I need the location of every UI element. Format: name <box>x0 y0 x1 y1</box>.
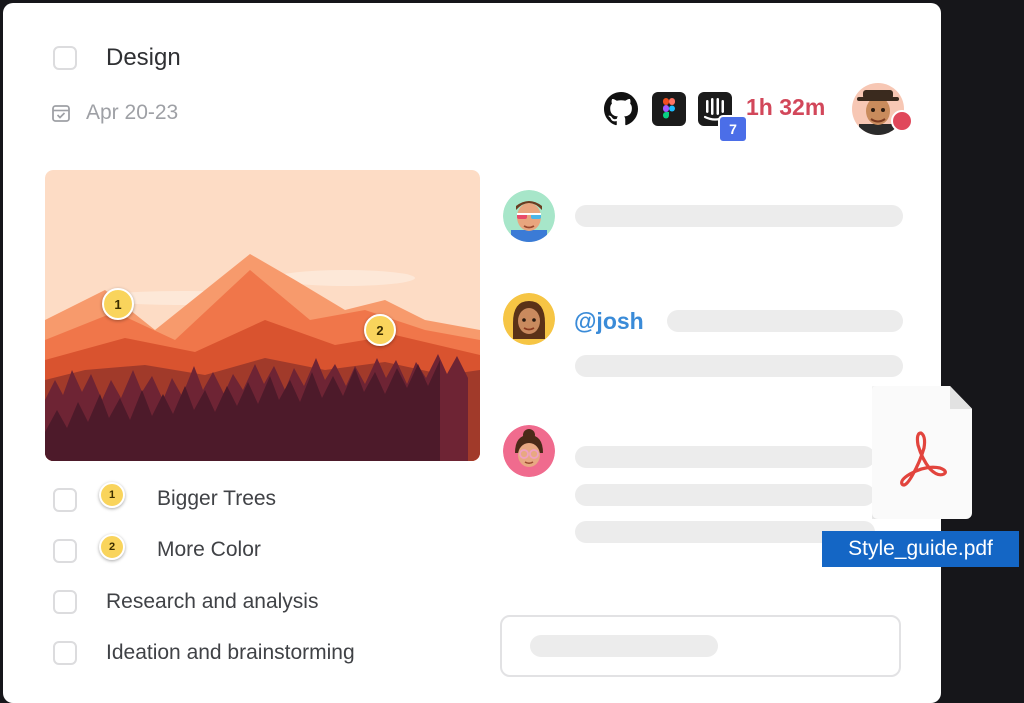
status-dot <box>891 110 913 132</box>
checklist-checkbox-3[interactable] <box>53 590 77 614</box>
commenter-avatar-1 <box>503 190 555 242</box>
image-marker-2[interactable]: 2 <box>364 314 396 346</box>
notification-badge: 7 <box>718 115 748 143</box>
comment-placeholder-line <box>575 484 875 506</box>
comment-placeholder-line <box>575 205 903 227</box>
comment-placeholder-line <box>667 310 903 332</box>
attachment-file-name: Style_guide.pdf <box>822 531 1019 567</box>
checklist-label-2: More Color <box>157 538 261 561</box>
comment-placeholder-line <box>575 355 903 377</box>
time-tracker[interactable]: 1h 32m <box>746 94 825 121</box>
image-marker-1[interactable]: 1 <box>102 288 134 320</box>
task-checkbox[interactable] <box>53 46 77 70</box>
calendar-icon <box>52 105 70 122</box>
checklist-checkbox-1[interactable] <box>53 488 77 512</box>
checklist-marker-1: 1 <box>99 482 125 508</box>
task-title: Design <box>106 44 181 71</box>
task-date: Apr 20-23 <box>86 101 179 124</box>
github-icon[interactable] <box>604 92 638 126</box>
figma-icon[interactable] <box>652 92 686 126</box>
mention-josh[interactable]: @josh <box>574 308 644 335</box>
comment-input[interactable] <box>500 615 901 677</box>
checklist-checkbox-4[interactable] <box>53 641 77 665</box>
checklist-label-1: Bigger Trees <box>157 487 277 510</box>
comment-placeholder-line <box>575 446 875 468</box>
checklist-checkbox-2[interactable] <box>53 539 77 563</box>
commenter-avatar-3 <box>503 425 555 477</box>
comment-input-placeholder <box>530 635 718 657</box>
commenter-avatar-2 <box>503 293 555 345</box>
checklist-marker-2: 2 <box>99 534 125 560</box>
checklist-label-3: Research and analysis <box>106 590 319 613</box>
pdf-icon <box>900 431 947 487</box>
checklist-label-4: Ideation and brainstorming <box>106 641 355 664</box>
